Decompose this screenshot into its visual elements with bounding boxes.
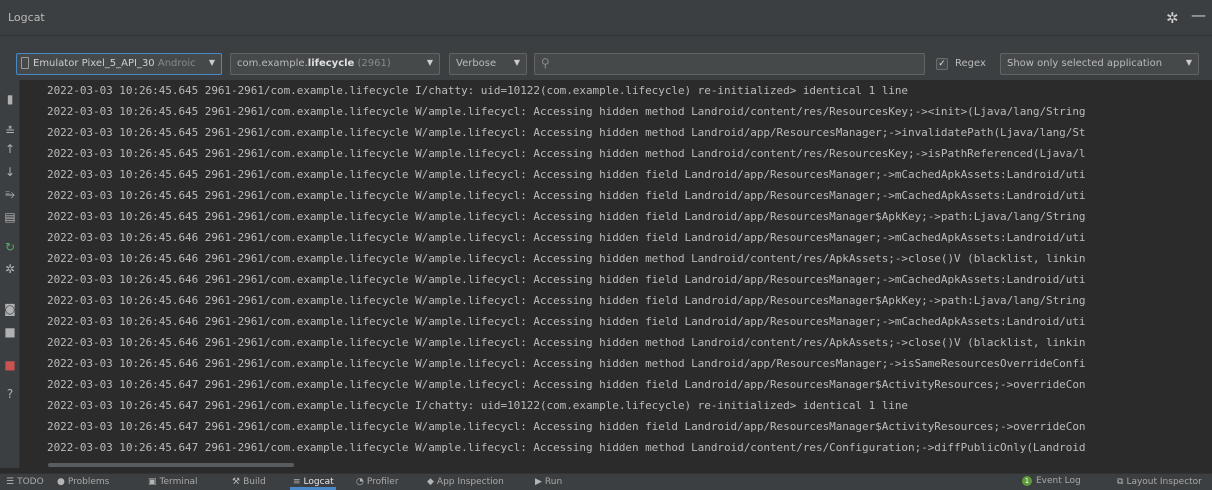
filter-value: Show only selected application [1007,58,1163,69]
log-line: 2022-03-03 10:26:45.647 2961-2961/com.ex… [47,378,1086,391]
panel-title: Logcat [8,11,45,24]
regex-label: Regex [955,58,986,69]
restart-icon[interactable]: ↻ [0,240,20,254]
log-line: 2022-03-03 10:26:45.645 2961-2961/com.ex… [47,168,1086,181]
chevron-down-icon: ▼ [426,58,433,67]
run-icon: ▶ [535,477,542,487]
log-level-selector[interactable]: Verbose ▼ [449,53,527,75]
wrap-lines-icon[interactable]: ⥱ [0,187,20,201]
device-suffix: Androic [154,58,196,69]
log-level-value: Verbose [456,58,497,69]
trash-icon[interactable]: ▮ [0,92,20,106]
list-icon: ☰ [6,477,15,487]
tab-app-inspection[interactable]: ◆ App Inspection [427,477,504,487]
device-icon [21,57,29,69]
screen-record-icon[interactable]: ■ [0,325,20,339]
tab-terminal[interactable]: ▣ Terminal [148,477,198,487]
log-line: 2022-03-03 10:26:45.645 2961-2961/com.ex… [47,84,909,97]
filter-selector[interactable]: Show only selected application ▼ [1000,53,1199,75]
profiler-icon: ◔ [356,477,364,487]
log-line: 2022-03-03 10:26:45.646 2961-2961/com.ex… [47,336,1086,349]
minimize-icon[interactable]: — [1191,6,1206,24]
down-arrow-icon[interactable]: ↓ [0,165,20,179]
log-line: 2022-03-03 10:26:45.645 2961-2961/com.ex… [47,147,1086,160]
log-line: 2022-03-03 10:26:45.647 2961-2961/com.ex… [47,399,909,412]
screenshot-icon[interactable]: ◙ [0,302,20,316]
log-line: 2022-03-03 10:26:45.646 2961-2961/com.ex… [47,315,1086,328]
chevron-down-icon: ▼ [1185,58,1192,67]
settings-icon[interactable]: ✲ [0,262,20,276]
gear-icon[interactable]: ✲ [1166,9,1179,27]
chevron-down-icon: ▼ [513,58,520,67]
package-name: lifecycle [307,58,355,69]
logcat-icon: ≡ [293,477,301,487]
tab-run[interactable]: ▶ Run [535,477,562,487]
inspection-icon: ◆ [427,477,434,487]
package-pid: (2961) [354,58,391,69]
package-selector[interactable]: com.example.lifecycle (2961) ▼ [230,53,440,75]
event-log-badge: 1 [1022,476,1032,486]
search-icon: ⚲ [541,56,550,70]
log-line: 2022-03-03 10:26:45.646 2961-2961/com.ex… [47,273,1086,286]
horizontal-scrollbar[interactable] [48,463,294,467]
log-line: 2022-03-03 10:26:45.646 2961-2961/com.ex… [47,231,1086,244]
regex-checkbox[interactable]: ✓ [936,58,948,70]
log-line: 2022-03-03 10:26:45.646 2961-2961/com.ex… [47,252,1086,265]
log-line: 2022-03-03 10:26:45.647 2961-2961/com.ex… [47,420,1086,433]
tab-profiler[interactable]: ◔ Profiler [356,477,399,487]
log-line: 2022-03-03 10:26:45.647 2961-2961/com.ex… [47,441,1086,454]
log-output[interactable]: 2022-03-03 10:26:45.645 2961-2961/com.ex… [21,80,1212,468]
log-line: 2022-03-03 10:26:45.645 2961-2961/com.ex… [47,210,1086,223]
soft-wrap-icon[interactable]: ≛ [0,124,20,138]
log-line: 2022-03-03 10:26:45.646 2961-2961/com.ex… [47,294,1086,307]
logcat-titlebar: Logcat ✲ — [0,0,1212,36]
device-selector[interactable]: Emulator Pixel_5_API_30 Androic ▼ [16,53,222,75]
logcat-side-toolbar: ▮ ≛ ↑ ↓ ⥱ ▤ ↻ ✲ ◙ ■ ■ ? [0,80,20,468]
tab-event-log[interactable]: 1 Event Log [1022,476,1081,486]
log-line: 2022-03-03 10:26:45.645 2961-2961/com.ex… [47,126,1086,139]
stop-icon[interactable]: ■ [0,358,20,372]
problems-icon: ● [57,477,65,487]
tab-logcat[interactable]: ≡ Logcat [293,477,334,487]
hammer-icon: ⚒ [232,477,241,487]
terminal-icon: ▣ [148,477,157,487]
search-input[interactable]: ⚲ [534,53,925,75]
tab-problems[interactable]: ● Problems [57,477,109,487]
print-icon[interactable]: ▤ [0,210,20,224]
tab-build[interactable]: ⚒ Build [232,477,266,487]
device-name: Emulator Pixel_5_API_30 [33,58,155,69]
chevron-down-icon: ▼ [208,58,215,67]
tab-todo[interactable]: ☰ TODO [6,477,44,487]
log-line: 2022-03-03 10:26:45.645 2961-2961/com.ex… [47,105,1086,118]
layout-inspector-icon: ⧉ [1117,477,1124,487]
help-icon[interactable]: ? [0,387,20,401]
tab-layout-inspector[interactable]: ⧉ Layout Inspector [1117,477,1202,487]
log-line: 2022-03-03 10:26:45.645 2961-2961/com.ex… [47,189,1086,202]
log-line: 2022-03-03 10:26:45.646 2961-2961/com.ex… [47,357,1086,370]
package-prefix: com.example. [237,58,308,69]
up-arrow-icon[interactable]: ↑ [0,142,20,156]
